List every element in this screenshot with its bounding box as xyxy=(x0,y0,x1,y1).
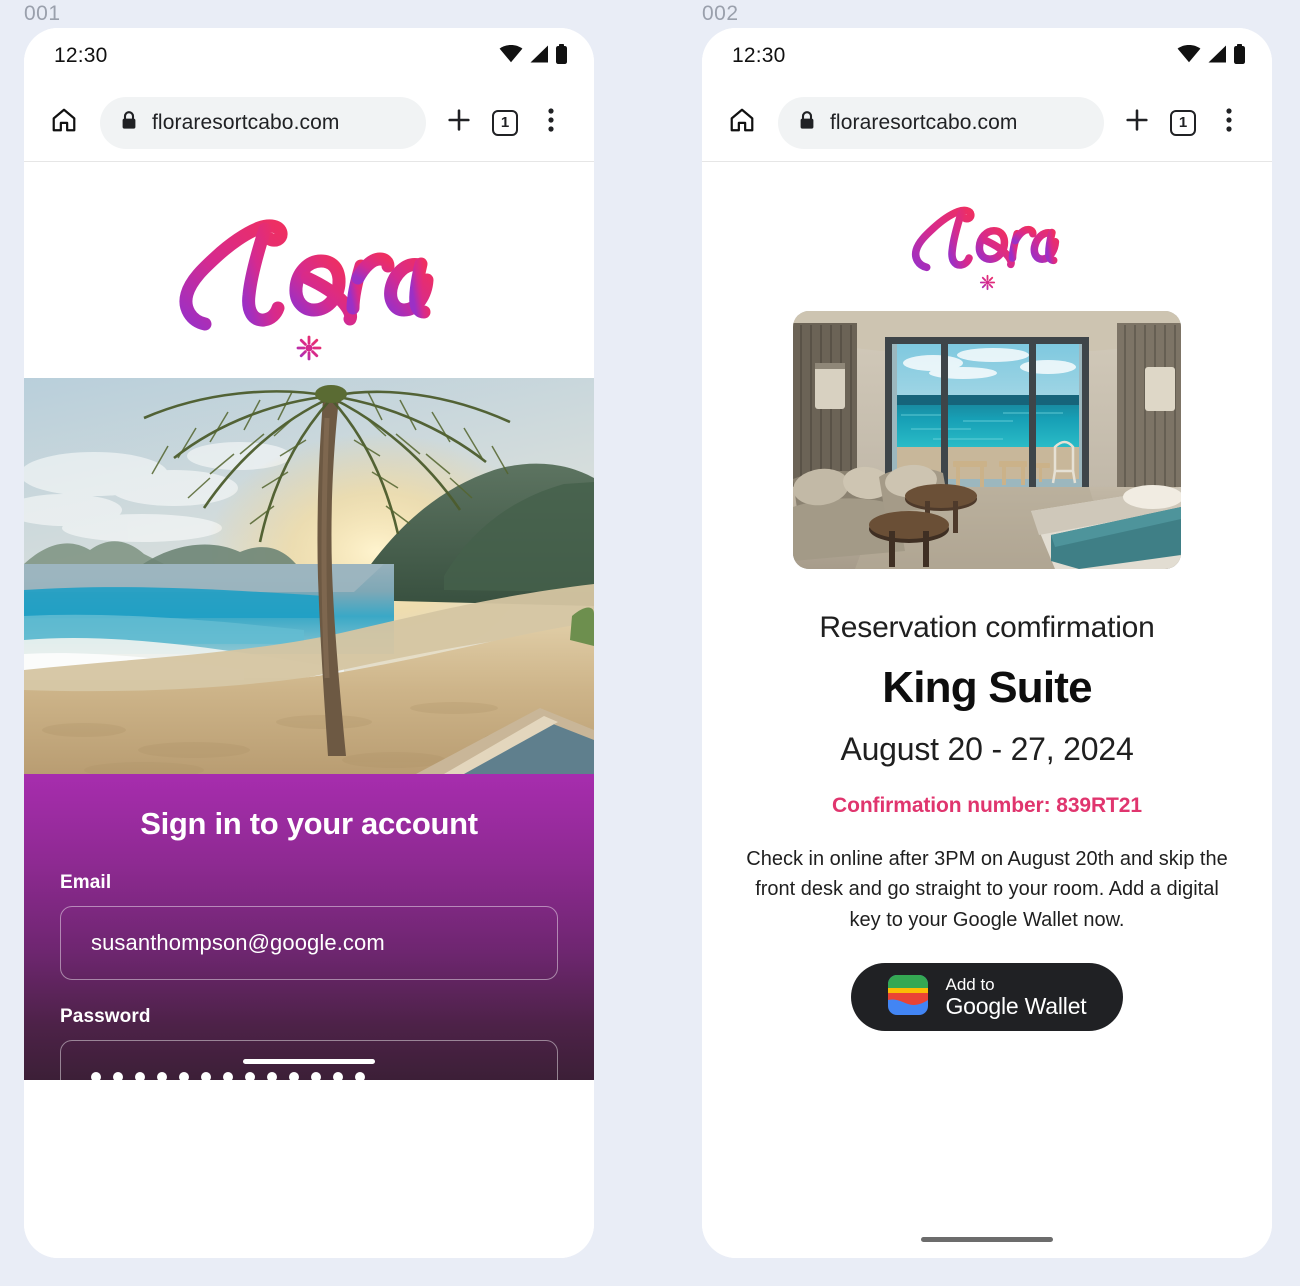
hero-beach-image xyxy=(24,378,594,774)
phone-mockup-signin: 12:30 floraresortcabo.com 1 Sign in to y… xyxy=(24,28,594,1258)
password-dot xyxy=(135,1072,145,1082)
status-time: 12:30 xyxy=(54,44,108,67)
battery-icon xyxy=(1233,43,1246,69)
browser-toolbar: floraresortcabo.com 1 xyxy=(24,84,594,162)
browser-menu-button[interactable] xyxy=(528,100,574,146)
home-indicator[interactable] xyxy=(243,1059,375,1064)
flower-asterisk-icon xyxy=(979,274,995,291)
frame-label-001: 001 xyxy=(24,2,61,25)
url-bar[interactable]: floraresortcabo.com xyxy=(100,96,426,149)
browser-menu-button-2[interactable] xyxy=(1206,100,1252,146)
status-icons xyxy=(499,43,568,69)
wallet-button-text: Add to Google Wallet xyxy=(945,975,1086,1020)
wifi-icon xyxy=(499,44,523,68)
overflow-menu-icon xyxy=(548,107,554,138)
plus-icon xyxy=(1123,106,1151,139)
home-button-2[interactable] xyxy=(720,106,764,139)
brand-logo-2 xyxy=(702,162,1272,297)
password-dot xyxy=(179,1072,189,1082)
url-text: floraresortcabo.com xyxy=(152,110,340,134)
new-tab-button[interactable] xyxy=(436,100,482,146)
status-bar-2: 12:30 xyxy=(702,28,1272,84)
password-dot xyxy=(223,1072,233,1082)
email-label: Email xyxy=(60,872,112,893)
status-time-2: 12:30 xyxy=(732,44,786,67)
cellular-signal-icon xyxy=(1207,45,1227,68)
password-label: Password xyxy=(60,1006,151,1027)
screenshot-stage: 001 002 12:30 floraresortcabo.com 1 Sign… xyxy=(0,0,1300,1286)
brand-logo xyxy=(24,162,594,378)
signin-title: Sign in to your account xyxy=(140,806,478,841)
flora-wordmark xyxy=(179,219,434,331)
reservation-dates: August 20 - 27, 2024 xyxy=(840,731,1134,767)
google-wallet-icon xyxy=(887,974,929,1021)
url-bar-2[interactable]: floraresortcabo.com xyxy=(778,96,1104,149)
password-field[interactable] xyxy=(60,1040,558,1114)
password-dot xyxy=(289,1072,299,1082)
password-dot xyxy=(355,1072,365,1082)
confirmation-number: Confirmation number: 839RT21 xyxy=(832,794,1142,817)
reservation-subtitle: Reservation comfirmation xyxy=(819,611,1155,644)
cellular-signal-icon xyxy=(529,45,549,68)
status-icons-2 xyxy=(1177,43,1246,69)
flora-wordmark xyxy=(911,206,1060,272)
password-dot xyxy=(201,1072,211,1082)
flower-asterisk-icon xyxy=(296,335,322,361)
email-field[interactable]: susanthompson@google.com xyxy=(60,906,558,980)
password-masked-value xyxy=(91,1072,365,1082)
frame-label-002: 002 xyxy=(702,2,739,25)
lock-icon xyxy=(798,110,816,135)
email-value: susanthompson@google.com xyxy=(91,930,385,955)
tab-count-badge: 1 xyxy=(492,109,518,136)
new-tab-button-2[interactable] xyxy=(1114,100,1160,146)
checkin-instructions: Check in online after 3PM on August 20th… xyxy=(746,848,1228,931)
home-indicator-2[interactable] xyxy=(921,1237,1053,1242)
password-dot xyxy=(91,1072,101,1082)
wifi-icon xyxy=(1177,44,1201,68)
status-bar: 12:30 xyxy=(24,28,594,84)
hotel-suite-ocean-view-illustration xyxy=(793,311,1181,569)
phone-mockup-confirmation: 12:30 floraresortcabo.com 1 Reservation … xyxy=(702,28,1272,1258)
confirmation-content: Reservation comfirmation King Suite Augu… xyxy=(702,311,1272,1032)
lock-icon xyxy=(120,110,138,135)
browser-toolbar-2: floraresortcabo.com 1 xyxy=(702,84,1272,162)
signin-panel: Sign in to your account Email susanthomp… xyxy=(24,774,594,1114)
page-content-confirmation: Reservation comfirmation King Suite Augu… xyxy=(702,162,1272,1258)
page-content-signin: Sign in to your account Email susanthomp… xyxy=(24,162,594,1258)
password-dot xyxy=(333,1072,343,1082)
wallet-button-small-label: Add to xyxy=(945,974,995,994)
password-dot xyxy=(311,1072,321,1082)
url-text-2: floraresortcabo.com xyxy=(830,110,1018,134)
home-icon xyxy=(728,106,756,139)
tab-count-badge-2: 1 xyxy=(1170,109,1196,136)
home-button[interactable] xyxy=(42,106,86,139)
tab-switcher-button[interactable]: 1 xyxy=(482,100,528,146)
battery-icon xyxy=(555,43,568,69)
beach-palm-sunset-illustration xyxy=(24,378,594,774)
password-dot xyxy=(157,1072,167,1082)
room-photo xyxy=(793,311,1181,569)
tab-switcher-button-2[interactable]: 1 xyxy=(1160,100,1206,146)
password-dot xyxy=(267,1072,277,1082)
room-name: King Suite xyxy=(882,663,1092,712)
overflow-menu-icon xyxy=(1226,107,1232,138)
password-dot xyxy=(113,1072,123,1082)
wallet-button-big-label: Google Wallet xyxy=(945,992,1087,1019)
plus-icon xyxy=(445,106,473,139)
password-dot xyxy=(245,1072,255,1082)
add-to-google-wallet-button[interactable]: Add to Google Wallet xyxy=(851,963,1123,1032)
home-icon xyxy=(50,106,78,139)
